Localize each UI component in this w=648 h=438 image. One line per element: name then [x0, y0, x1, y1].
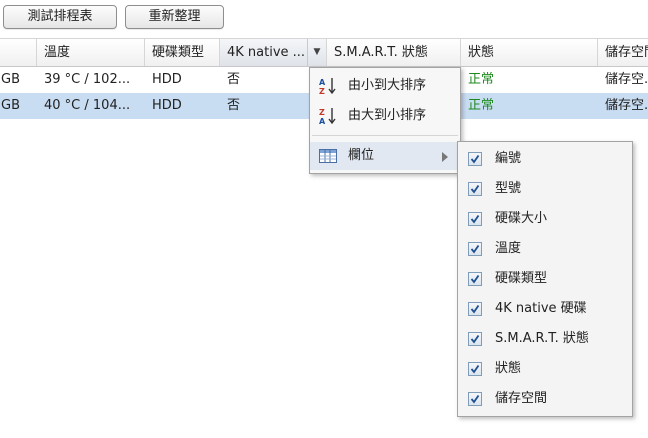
columns-menu-item[interactable]: 欄位: [310, 142, 460, 170]
column-context-menu: A Z 由小到大排序 Z A 由大到小排序 欄位: [309, 67, 461, 174]
submenu-arrow-icon: [442, 152, 448, 162]
column-toggle-label: 儲存空間: [495, 391, 548, 406]
column-header-4k-native[interactable]: 4K native ... ▼: [220, 39, 327, 66]
column-header-size[interactable]: [0, 39, 37, 66]
svg-text:Z: Z: [319, 108, 325, 117]
checkbox-checked-icon[interactable]: [468, 212, 482, 226]
column-toggle-label: S.M.A.R.T. 狀態: [495, 331, 589, 346]
cell-status: 正常: [468, 72, 495, 87]
column-toggle-label: 型號: [495, 181, 522, 196]
toolbar: 測試排程表 重新整理: [0, 0, 648, 38]
refresh-button[interactable]: 重新整理: [125, 5, 224, 29]
checkbox-checked-icon[interactable]: [468, 182, 482, 196]
sort-ascending-item[interactable]: A Z 由小到大排序: [310, 72, 460, 100]
table-header: 溫度 硬碟類型 4K native ... ▼ S.M.A.R.T. 狀態 狀態…: [0, 38, 648, 67]
checkbox-checked-icon[interactable]: [468, 392, 482, 406]
column-toggle-label: 狀態: [495, 361, 522, 376]
cell-size: GB: [1, 72, 20, 87]
sort-ascending-label: 由小到大排序: [348, 78, 427, 93]
test-schedule-button[interactable]: 測試排程表: [3, 5, 117, 29]
cell-status: 正常: [468, 98, 495, 113]
column-header-smart-status[interactable]: S.M.A.R.T. 狀態: [327, 39, 461, 66]
column-toggle-label: 硬碟大小: [495, 211, 548, 226]
column-toggle-size[interactable]: 硬碟大小: [458, 204, 632, 234]
column-toggle-label: 硬碟類型: [495, 271, 548, 286]
svg-text:A: A: [319, 117, 326, 126]
column-toggle-temperature[interactable]: 溫度: [458, 234, 632, 264]
cell-temperature: 40 °C / 104...: [44, 98, 131, 113]
columns-menu-label: 欄位: [348, 148, 375, 163]
cell-disk-type: HDD: [152, 72, 182, 87]
sort-descending-icon: Z A: [318, 106, 338, 126]
checkbox-checked-icon[interactable]: [468, 242, 482, 256]
cell-4k-native: 否: [227, 72, 241, 87]
columns-submenu: 編號 型號 硬碟大小 溫度 硬碟類型 4K native 硬碟 S.M.A.R.…: [457, 141, 633, 417]
sort-ascending-icon: A Z: [318, 76, 338, 96]
column-toggle-storage[interactable]: 儲存空間: [458, 384, 632, 414]
cell-storage: 儲存空...: [605, 98, 648, 113]
checkbox-checked-icon[interactable]: [468, 152, 482, 166]
column-header-4k-native-label: 4K native ...: [227, 45, 306, 60]
checkbox-checked-icon[interactable]: [468, 362, 482, 376]
svg-text:A: A: [319, 78, 326, 87]
columns-icon: [318, 146, 338, 166]
checkbox-checked-icon[interactable]: [468, 302, 482, 316]
column-menu-trigger-icon[interactable]: ▼: [307, 39, 326, 66]
column-header-status[interactable]: 狀態: [461, 39, 598, 66]
cell-storage: 儲存空...: [605, 72, 648, 87]
cell-temperature: 39 °C / 102...: [44, 72, 131, 87]
column-toggle-label: 編號: [495, 151, 522, 166]
sort-descending-label: 由大到小排序: [348, 108, 427, 123]
column-header-storage[interactable]: 儲存空間: [598, 39, 648, 66]
column-toggle-number[interactable]: 編號: [458, 144, 632, 174]
checkbox-checked-icon[interactable]: [468, 272, 482, 286]
column-toggle-smart-status[interactable]: S.M.A.R.T. 狀態: [458, 324, 632, 354]
sort-descending-item[interactable]: Z A 由大到小排序: [310, 102, 460, 130]
column-toggle-label: 4K native 硬碟: [495, 301, 587, 316]
cell-size: GB: [1, 98, 20, 113]
column-header-disk-type[interactable]: 硬碟類型: [145, 39, 220, 66]
cell-disk-type: HDD: [152, 98, 182, 113]
column-toggle-label: 溫度: [495, 241, 522, 256]
column-toggle-model[interactable]: 型號: [458, 174, 632, 204]
column-toggle-4k-native[interactable]: 4K native 硬碟: [458, 294, 632, 324]
checkbox-checked-icon[interactable]: [468, 332, 482, 346]
cell-4k-native: 否: [227, 98, 241, 113]
svg-text:Z: Z: [319, 87, 325, 96]
column-header-temperature[interactable]: 溫度: [37, 39, 145, 66]
column-toggle-disk-type[interactable]: 硬碟類型: [458, 264, 632, 294]
menu-separator: [312, 135, 458, 136]
column-toggle-status[interactable]: 狀態: [458, 354, 632, 384]
